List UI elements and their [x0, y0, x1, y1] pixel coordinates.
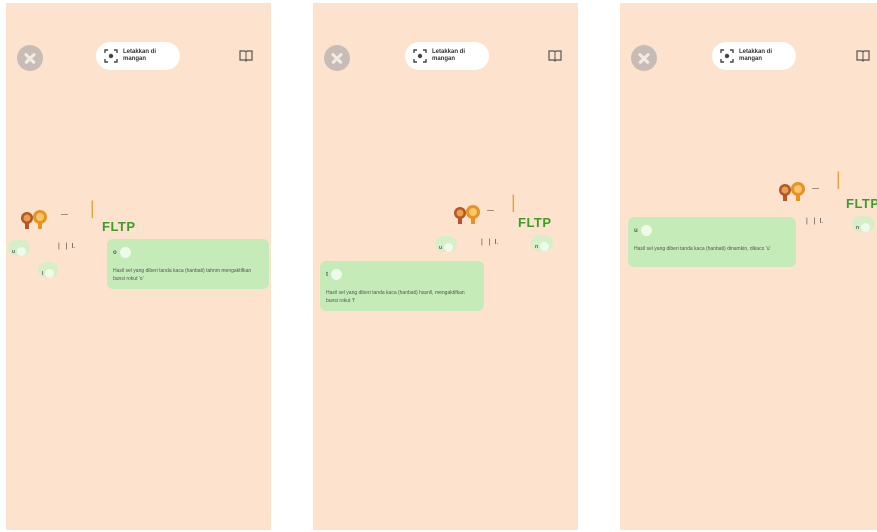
scan-label: Letakkan di mangan: [123, 49, 157, 62]
phone-screen-2: Letakkan di mangan — | FLTP u | | I. n t…: [313, 3, 578, 530]
scan-pill[interactable]: Letakkan di mangan: [712, 42, 796, 70]
scan-pill[interactable]: Letakkan di mangan: [96, 42, 180, 70]
mini-bubble[interactable]: u: [435, 236, 458, 253]
big-letters: FLTP: [102, 219, 136, 234]
mini-bubble[interactable]: n: [531, 235, 554, 252]
stick-fragment: |: [511, 192, 516, 212]
dash-fragment: —: [487, 207, 494, 214]
close-icon[interactable]: [631, 45, 657, 71]
hint-bubble[interactable]: t Hasil sel yang diberi tanda kaca (hanb…: [320, 261, 484, 311]
phone-screen-1: Letakkan di mangan — | FLTP u | | I. l o…: [6, 3, 271, 530]
scan-icon: [720, 49, 734, 63]
phone-screen-3: Letakkan di mangan — | FLTP | | I. n u H…: [620, 3, 877, 530]
stroke-fragment: | | I.: [58, 243, 76, 250]
book-icon[interactable]: [548, 50, 562, 62]
close-icon[interactable]: [17, 45, 43, 71]
lion-icon: [454, 205, 480, 224]
scan-icon: [104, 49, 118, 63]
big-letters: FLTP: [846, 196, 877, 211]
stroke-fragment: | | I.: [806, 218, 824, 225]
mini-bubble[interactable]: n: [852, 216, 875, 233]
scan-label: Letakkan di mangan: [432, 49, 466, 62]
lion-icon: [779, 182, 805, 201]
stick-fragment: |: [836, 169, 841, 189]
scan-label: Letakkan di mangan: [739, 49, 773, 62]
mini-bubble[interactable]: l: [38, 262, 59, 279]
lion-icon: [21, 210, 47, 229]
close-icon[interactable]: [324, 45, 350, 71]
hint-bubble[interactable]: u Hasil sel yang diberi tanda kaca (hanb…: [628, 217, 796, 267]
stick-fragment: |: [90, 198, 95, 218]
mini-bubble[interactable]: u: [8, 240, 31, 257]
hint-bubble[interactable]: o Hasil sel yang diberi tanda kaca (hanb…: [107, 239, 269, 289]
scan-icon: [413, 49, 427, 63]
stroke-fragment: | | I.: [481, 239, 499, 246]
book-icon[interactable]: [856, 50, 870, 62]
book-icon[interactable]: [239, 50, 253, 62]
scan-pill[interactable]: Letakkan di mangan: [405, 42, 489, 70]
big-letters: FLTP: [518, 215, 552, 230]
dash-fragment: —: [812, 185, 819, 192]
dash-fragment: —: [61, 211, 68, 218]
